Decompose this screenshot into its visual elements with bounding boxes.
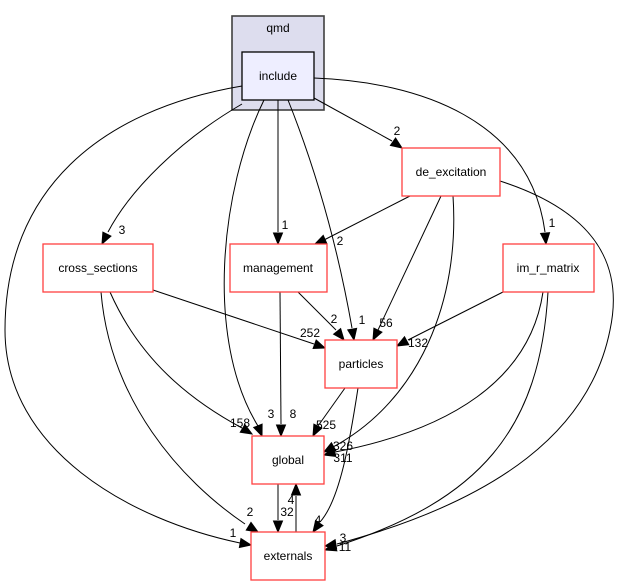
edge-line xyxy=(287,99,353,329)
edge-line xyxy=(313,97,393,142)
edge-line xyxy=(279,291,282,425)
edge-line xyxy=(377,195,442,331)
edge-label[interactable]: 132 xyxy=(408,336,428,350)
edge-particles-to-global[interactable]: 525 xyxy=(312,387,346,438)
edge-label[interactable]: 2 xyxy=(337,234,344,248)
edge-label[interactable]: 56 xyxy=(379,316,393,330)
node-cross-sections[interactable]: cross_sections xyxy=(42,243,154,293)
edge-include-to-particles[interactable]: 1 xyxy=(287,99,366,342)
edge-label[interactable]: 11 xyxy=(339,540,352,554)
node-de-excitation[interactable]: de_excitation xyxy=(401,147,501,197)
node-global[interactable]: global xyxy=(251,435,325,485)
edge-label[interactable]: 1 xyxy=(359,313,366,327)
edge-label[interactable]: 311 xyxy=(333,451,352,465)
edge-cross-sections-to-externals[interactable]: 2 xyxy=(100,291,260,533)
edge-management-to-global[interactable]: 8 xyxy=(275,291,297,438)
node-label: include xyxy=(259,69,297,83)
arrowhead-icon xyxy=(275,424,287,438)
node-include[interactable]: include xyxy=(241,51,315,101)
edge-label[interactable]: 8 xyxy=(290,407,297,421)
arrowhead-icon xyxy=(252,423,263,438)
edge-cross-sections-to-global[interactable]: 158 xyxy=(109,291,254,435)
arrowhead-icon xyxy=(272,232,284,246)
node-label: externals xyxy=(264,549,313,563)
arrowhead-icon xyxy=(332,327,345,342)
edge-label[interactable]: 158 xyxy=(230,416,250,430)
edge-label[interactable]: 525 xyxy=(316,418,336,432)
arrowhead-icon xyxy=(313,234,328,245)
dependency-graph: qmd 23 1 113125632632521582281323111152543… xyxy=(4,15,614,581)
node-management[interactable]: management xyxy=(229,243,328,293)
cluster-label: qmd xyxy=(266,21,289,35)
edge-label[interactable]: 1 xyxy=(230,526,237,540)
arrowhead-icon xyxy=(389,137,404,149)
edge-label[interactable]: 2 xyxy=(394,124,401,138)
node-label: particles xyxy=(339,357,384,371)
node-label: global xyxy=(272,453,304,467)
arrowhead-icon xyxy=(272,520,284,534)
edge-label[interactable]: 4 xyxy=(315,513,322,527)
edge-im-r-matrix-to-externals[interactable]: 11 xyxy=(323,291,549,554)
arrowhead-icon xyxy=(238,537,253,549)
node-particles[interactable]: particles xyxy=(324,339,398,389)
edge-label[interactable]: 1 xyxy=(549,216,556,230)
node-label: im_r_matrix xyxy=(517,261,580,275)
edge-label[interactable]: 1 xyxy=(282,218,289,232)
edge-global-to-externals[interactable]: 32 xyxy=(272,484,294,534)
edge-de-excitation-to-particles[interactable]: 56 xyxy=(372,195,442,342)
node-externals[interactable]: externals xyxy=(250,531,326,581)
edge-include-to-management[interactable]: 1 xyxy=(272,100,289,246)
edge-im-r-matrix-to-particles[interactable]: 132 xyxy=(395,291,504,350)
node-label: de_excitation xyxy=(416,165,487,179)
edge-label[interactable]: 4 xyxy=(288,493,295,507)
node-im-r-matrix[interactable]: im_r_matrix xyxy=(502,243,595,293)
edge-label[interactable]: 3 xyxy=(119,223,126,237)
edge-include-to-externals[interactable]: 1 xyxy=(4,85,253,549)
arrowhead-icon xyxy=(539,232,551,246)
arrowhead-icon xyxy=(312,339,327,349)
node-label: cross_sections xyxy=(58,261,137,275)
edge-label[interactable]: 3 xyxy=(268,407,275,421)
edge-label[interactable]: 2 xyxy=(247,505,254,519)
edge-line xyxy=(407,291,504,341)
edge-line xyxy=(4,85,243,544)
node-label: management xyxy=(243,261,314,275)
arrowhead-icon xyxy=(101,231,112,246)
edge-cross-sections-to-particles[interactable]: 252 xyxy=(152,289,327,349)
edge-include-to-de-excitation[interactable]: 2 xyxy=(313,97,404,149)
arrowhead-icon xyxy=(245,521,260,533)
edge-label[interactable]: 252 xyxy=(300,326,320,340)
edge-de-excitation-to-management[interactable]: 2 xyxy=(313,195,411,248)
edge-line xyxy=(152,289,315,345)
arrowhead-icon xyxy=(346,327,358,342)
edge-line xyxy=(109,291,243,429)
edge-label[interactable]: 2 xyxy=(331,312,338,326)
edge-label[interactable]: 32 xyxy=(280,505,294,519)
edge-line xyxy=(100,291,246,525)
